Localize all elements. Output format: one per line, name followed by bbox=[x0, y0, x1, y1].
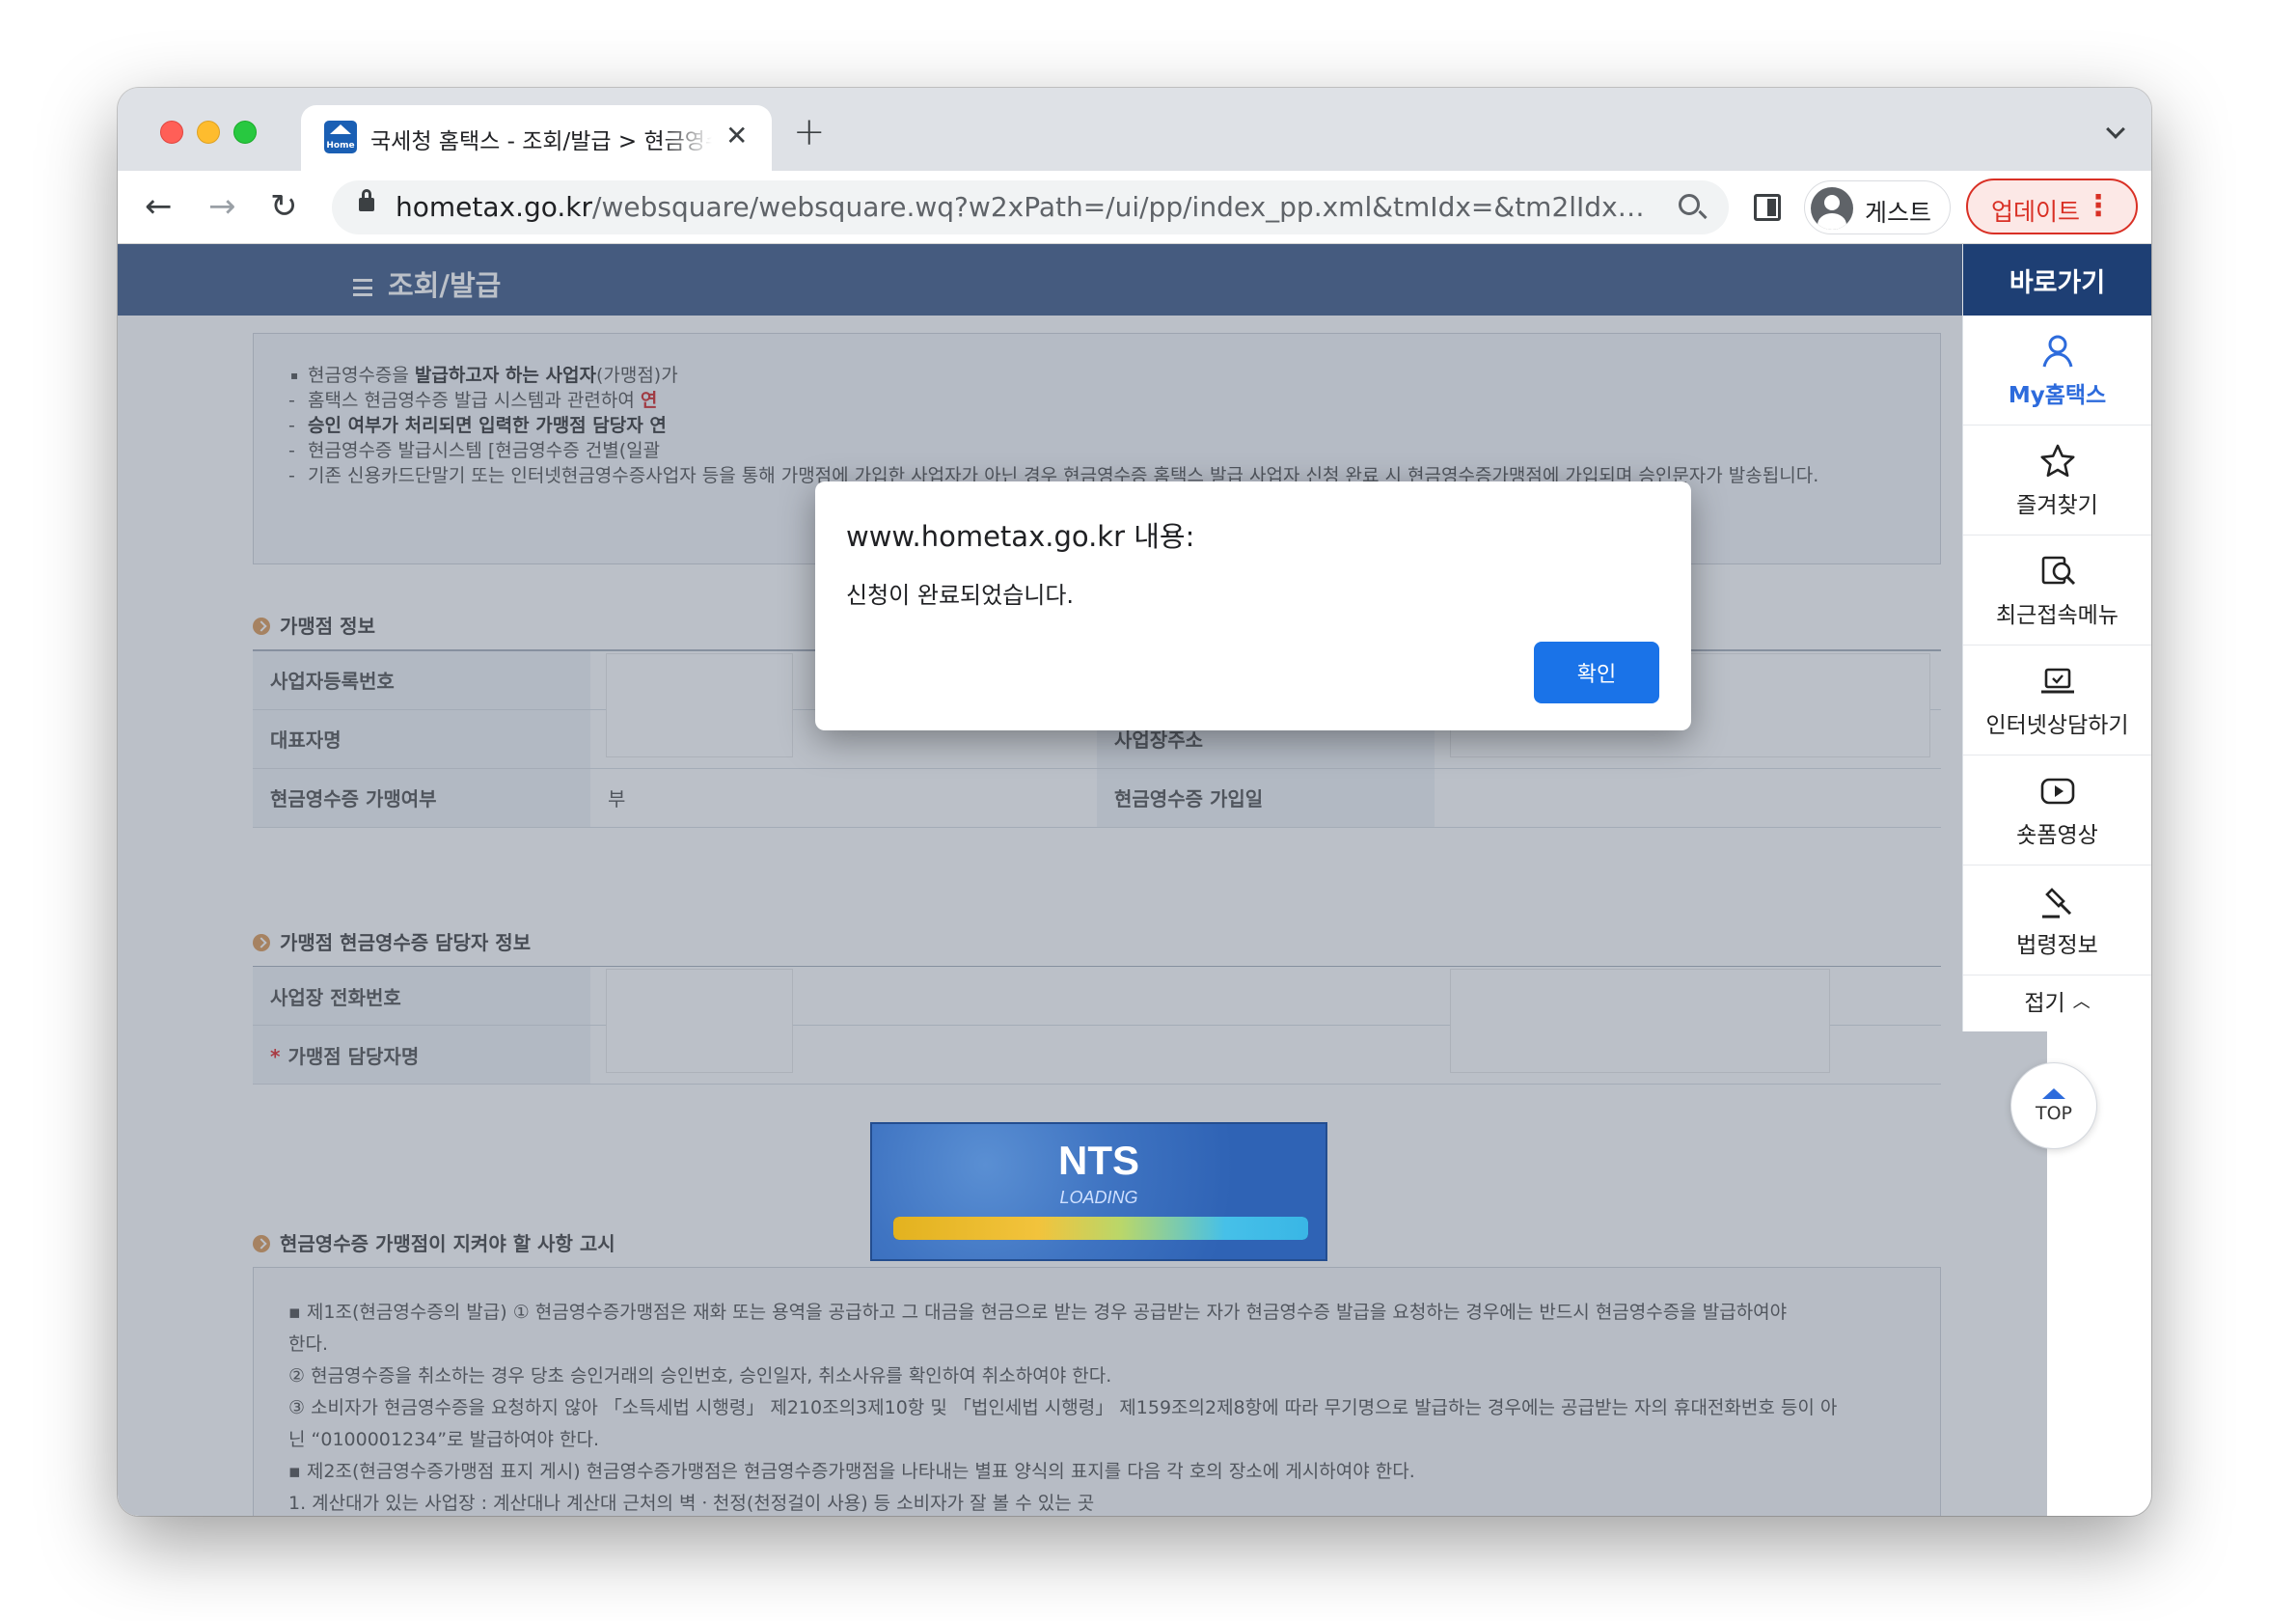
lock-icon[interactable] bbox=[359, 189, 374, 211]
rail-item-online-consult[interactable]: 인터넷상담하기 bbox=[1963, 646, 2151, 756]
top-button[interactable]: TOP bbox=[2010, 1062, 2097, 1149]
maximize-window-button[interactable] bbox=[233, 121, 257, 144]
gavel-icon bbox=[2041, 887, 2071, 918]
update-button[interactable]: 업데이트 ⋮ bbox=[1966, 179, 2138, 234]
loading-label: LOADING bbox=[1059, 1188, 1138, 1207]
browser-toolbar: ← → ↻ hometax.go.kr/websquare/websquare.… bbox=[118, 171, 2151, 244]
close-window-button[interactable] bbox=[160, 121, 183, 144]
laptop-chat-icon bbox=[2040, 668, 2074, 693]
rail-header: 바로가기 bbox=[1963, 244, 2151, 316]
modal-overlay bbox=[118, 244, 2047, 1516]
forward-icon[interactable]: → bbox=[208, 188, 236, 225]
url-text[interactable]: hometax.go.kr/websquare/websquare.wq?w2x… bbox=[396, 191, 1650, 223]
rail-item-short-video[interactable]: 숏폼영상 bbox=[1963, 756, 2151, 865]
person-icon bbox=[2042, 335, 2072, 367]
profile-label: 게스트 bbox=[1865, 199, 1932, 227]
page-viewport: 조회/발급 현금영수증을 발급하고자 하는 사업자(가맹점)가 홈택스 현금영수… bbox=[118, 244, 2151, 1516]
minimize-window-button[interactable] bbox=[197, 121, 220, 144]
play-icon bbox=[2040, 778, 2074, 804]
kebab-icon[interactable]: ⋮ bbox=[2084, 190, 2113, 223]
recent-search-icon bbox=[2041, 556, 2075, 585]
quick-menu-rail: 바로가기 My홈택스 즐겨찾기 최근접속메뉴 인터넷상담하기 숏폼영상 법령정보… bbox=[1962, 244, 2151, 1031]
browser-tab[interactable]: Home 국세청 홈택스 - 조회/발급 > 현금영수증 ✕ bbox=[301, 105, 772, 171]
reload-icon[interactable]: ↻ bbox=[270, 188, 298, 225]
update-label: 업데이트 bbox=[1991, 198, 2081, 226]
loading-progress-fill bbox=[893, 1217, 1308, 1240]
address-bar[interactable]: hometax.go.kr/websquare/websquare.wq?w2x… bbox=[332, 180, 1729, 234]
star-icon bbox=[2040, 444, 2074, 477]
close-icon[interactable]: ✕ bbox=[725, 119, 748, 153]
alert-dialog: www.hometax.go.kr 내용: 신청이 완료되었습니다. 확인 bbox=[815, 481, 1691, 730]
profile-button[interactable]: 게스트 bbox=[1804, 180, 1951, 234]
tab-title: 국세청 홈택스 - 조회/발급 > 현금영수증 bbox=[370, 129, 712, 154]
loading-brand: NTS bbox=[1058, 1138, 1139, 1183]
side-panel-icon[interactable] bbox=[1754, 194, 1781, 221]
chevron-up-icon: ︿ bbox=[2072, 992, 2091, 1012]
rail-item-favorites[interactable]: 즐겨찾기 bbox=[1963, 426, 2151, 536]
avatar bbox=[1811, 187, 1853, 230]
rail-item-law-info[interactable]: 법령정보 bbox=[1963, 865, 2151, 975]
plus-icon[interactable]: + bbox=[793, 113, 826, 151]
chevron-down-icon[interactable] bbox=[2106, 120, 2125, 139]
loading-indicator: NTS LOADING bbox=[870, 1122, 1327, 1261]
browser-window: Home 국세청 홈택스 - 조회/발급 > 현금영수증 ✕ + ← → ↻ h… bbox=[118, 88, 2151, 1516]
zoom-icon[interactable] bbox=[1679, 194, 1700, 215]
rail-item-my-hometax[interactable]: My홈택스 bbox=[1963, 316, 2151, 426]
tab-strip: Home 국세청 홈택스 - 조회/발급 > 현금영수증 ✕ + bbox=[118, 88, 2151, 171]
arrow-up-icon bbox=[2042, 1087, 2065, 1099]
ok-button[interactable]: 확인 bbox=[1534, 642, 1659, 703]
hometax-favicon-icon: Home bbox=[324, 121, 357, 153]
back-icon[interactable]: ← bbox=[145, 188, 173, 225]
dialog-message: 신청이 완료되었습니다. bbox=[846, 582, 1075, 609]
fold-button[interactable]: 접기 ︿ bbox=[1963, 975, 2151, 1026]
rail-item-recent-menu[interactable]: 최근접속메뉴 bbox=[1963, 536, 2151, 646]
dialog-title: www.hometax.go.kr 내용: bbox=[846, 520, 1195, 553]
loading-progress-bar bbox=[893, 1217, 1308, 1240]
